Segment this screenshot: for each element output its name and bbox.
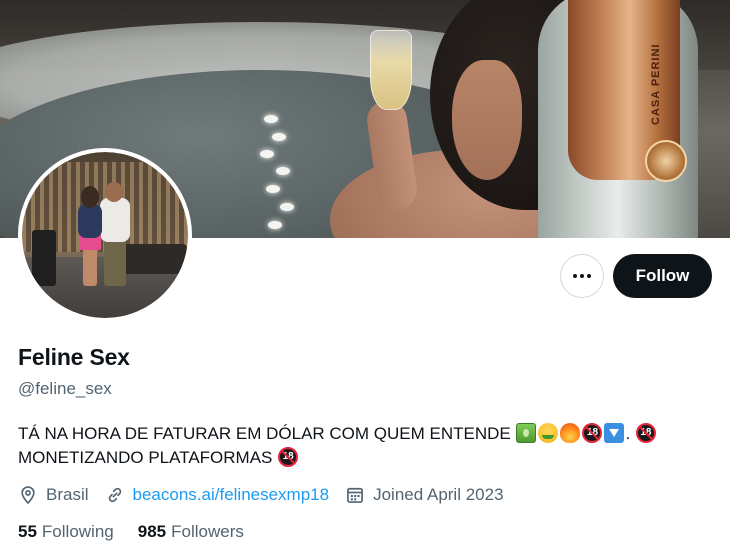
profile-meta: Brasil beacons.ai/felinesexmp18 Joined A…	[18, 484, 520, 506]
joined-text: Joined April 2023	[373, 485, 504, 504]
no-one-under-18-emoji	[635, 423, 656, 443]
no-one-under-18-emoji	[582, 423, 603, 443]
avatar-man-head	[105, 182, 123, 202]
location-pin-icon	[18, 485, 38, 505]
avatar-photo	[22, 152, 188, 318]
more-options-button[interactable]	[560, 254, 604, 298]
avatar-woman-body	[78, 204, 102, 238]
avatar-planter	[32, 230, 56, 286]
banner-lights	[250, 95, 310, 238]
display-name: Feline Sex	[18, 344, 130, 370]
no-one-under-18-emoji	[278, 447, 299, 467]
follow-button[interactable]: Follow	[613, 254, 712, 298]
website-link[interactable]: beacons.ai/felinesexmp18	[133, 485, 330, 505]
more-horizontal-icon	[573, 274, 591, 278]
following-link[interactable]: 55 Following	[18, 522, 114, 542]
followers-link[interactable]: 985 Followers	[138, 522, 244, 542]
website-item[interactable]: beacons.ai/felinesexmp18	[105, 485, 330, 505]
banner-bottle-emblem	[645, 140, 687, 182]
avatar-woman-legs	[83, 248, 97, 286]
avatar-couch	[117, 244, 187, 274]
down-arrow-emoji	[604, 423, 625, 443]
link-icon	[105, 485, 125, 505]
following-label: Following	[41, 522, 114, 541]
avatar-man-legs	[104, 240, 126, 286]
avatar-man-body	[100, 198, 130, 242]
follow-stats: 55 Following 985 Followers	[18, 522, 268, 542]
bio-text-line1: TÁ NA HORA DE FATURAR EM DÓLAR COM QUEM …	[18, 424, 511, 443]
calendar-icon	[345, 485, 365, 505]
bio-text-line2: MONETIZANDO PLATAFORMAS	[18, 448, 273, 467]
money-bill-emoji	[516, 423, 537, 443]
banner-woman-face	[452, 60, 522, 180]
location-text: Brasil	[46, 485, 89, 504]
avatar-woman-head	[81, 186, 99, 208]
user-handle: @feline_sex	[18, 379, 112, 398]
profile-avatar[interactable]	[18, 148, 192, 322]
bio-separator: .	[625, 424, 635, 443]
fire-emoji	[560, 423, 581, 443]
followers-count: 985	[137, 522, 167, 541]
banner-champagne-glass	[370, 30, 412, 110]
followers-label: Followers	[171, 522, 244, 541]
joined-item: Joined April 2023	[345, 485, 504, 505]
banner-bottle-label: CASA PERINI	[650, 43, 662, 126]
money-mouth-face-emoji	[538, 423, 559, 443]
location-item: Brasil	[18, 485, 89, 505]
profile-bio: TÁ NA HORA DE FATURAR EM DÓLAR COM QUEM …	[18, 422, 708, 470]
following-count: 55	[18, 522, 37, 541]
